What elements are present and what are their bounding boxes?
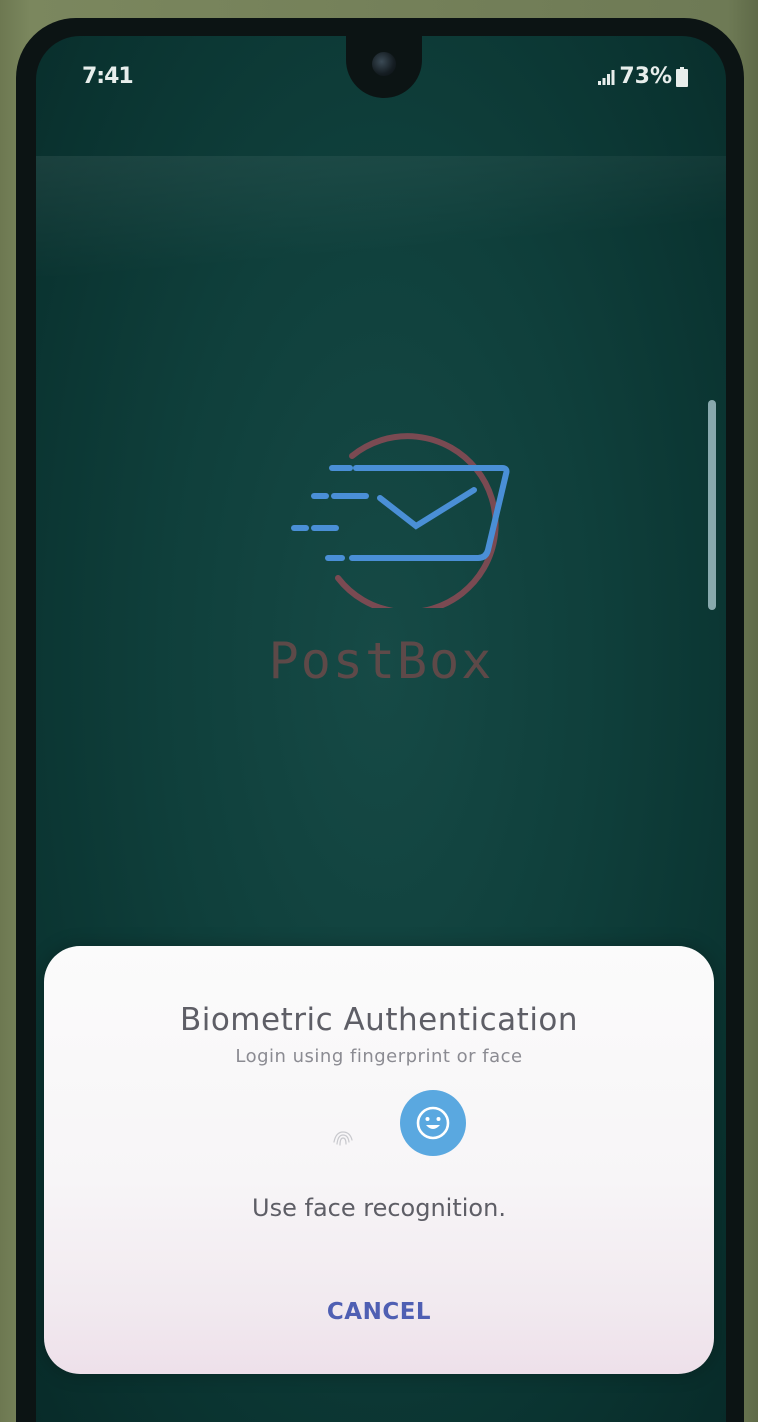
fingerprint-icon[interactable] bbox=[326, 1120, 360, 1154]
scroll-indicator[interactable] bbox=[708, 400, 716, 610]
dialog-subtitle: Login using fingerprint or face bbox=[235, 1046, 523, 1067]
phone-frame: 7:41 73% PostBox Biometric Authenticatio… bbox=[0, 0, 758, 1422]
signal-icon bbox=[598, 69, 615, 85]
screen-glare bbox=[36, 156, 726, 276]
cancel-button[interactable]: CANCEL bbox=[279, 1282, 479, 1342]
brand-name: PostBox bbox=[268, 632, 494, 690]
status-time: 7:41 bbox=[82, 64, 134, 89]
dialog-title: Biometric Authentication bbox=[179, 1002, 579, 1038]
face-recognition-icon bbox=[416, 1106, 450, 1140]
face-recognition-button[interactable] bbox=[400, 1090, 466, 1156]
biometric-dialog: Biometric Authentication Login using fin… bbox=[44, 946, 714, 1374]
front-camera-icon bbox=[372, 52, 396, 76]
battery-percent: 73% bbox=[619, 64, 672, 89]
status-indicators: 73% bbox=[597, 64, 688, 89]
camera-notch bbox=[346, 36, 422, 98]
dialog-prompt: Use face recognition. bbox=[252, 1194, 506, 1222]
battery-icon bbox=[676, 66, 688, 87]
screen: 7:41 73% PostBox Biometric Authenticatio… bbox=[36, 36, 726, 1422]
envelope-logo-icon bbox=[291, 433, 510, 608]
